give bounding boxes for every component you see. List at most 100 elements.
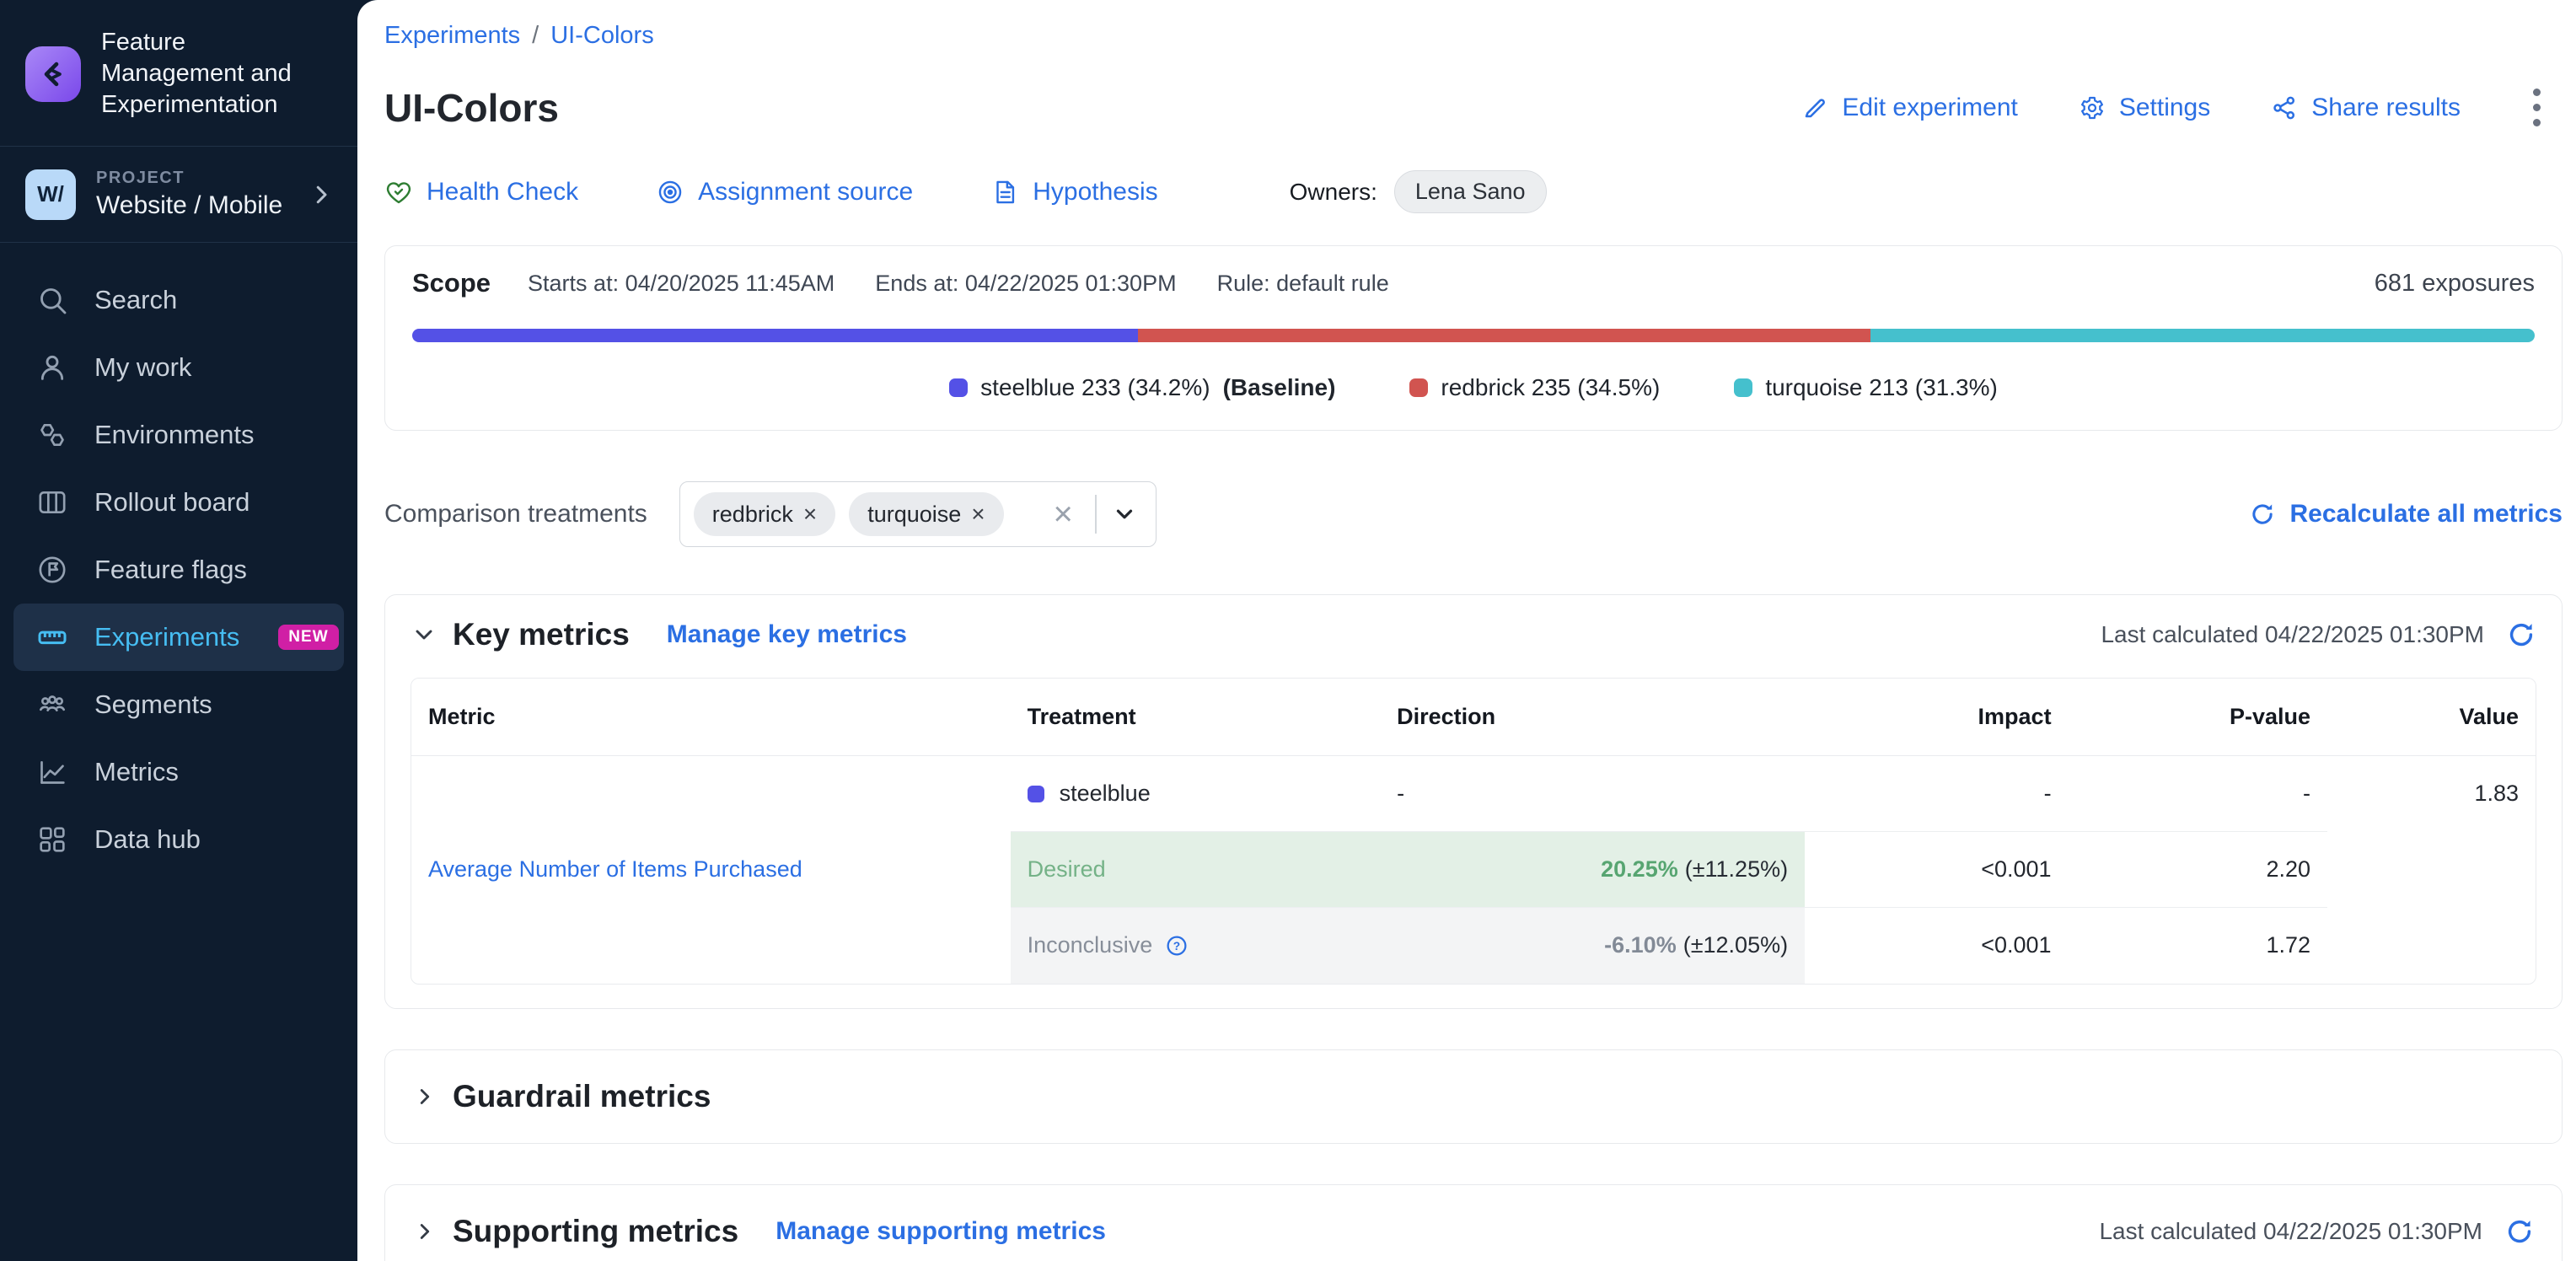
sidebar-item-feature-flags[interactable]: Feature flags xyxy=(13,536,344,604)
col-pvalue: P-value xyxy=(2069,679,2327,756)
search-icon xyxy=(35,283,69,317)
exposure-legend: steelblue 233 (34.2%) (Baseline) redbric… xyxy=(412,374,2535,401)
svg-text:?: ? xyxy=(1173,940,1180,952)
sidebar-item-metrics[interactable]: Metrics xyxy=(13,738,344,806)
pvalue-cell: - xyxy=(2069,756,2327,832)
people-icon xyxy=(35,688,69,722)
select-divider xyxy=(1095,495,1097,534)
value-cell: 2.20 xyxy=(2069,832,2327,908)
collapse-chevron-down-icon[interactable] xyxy=(411,621,437,648)
breadcrumb-current-link[interactable]: UI-Colors xyxy=(550,22,653,50)
settings-label: Settings xyxy=(2119,94,2210,122)
sidebar-item-label: Metrics xyxy=(94,757,179,787)
col-direction: Direction xyxy=(1380,679,1805,756)
help-circle-icon[interactable]: ? xyxy=(1164,933,1189,958)
comparison-label: Comparison treatments xyxy=(384,500,647,529)
manage-supporting-metrics-link[interactable]: Manage supporting metrics xyxy=(775,1217,1106,1246)
sidebar: Feature Management and Experimentation W… xyxy=(0,0,357,1261)
recalculate-all-metrics-button[interactable]: Recalculate all metrics xyxy=(2249,500,2563,529)
sidebar-item-my-work[interactable]: My work xyxy=(13,334,344,401)
project-switcher[interactable]: W/ PROJECT Website / Mobile xyxy=(0,147,357,243)
sidebar-item-label: Segments xyxy=(94,690,212,720)
col-value: Value xyxy=(2327,679,2536,756)
treatments-multiselect[interactable]: redbrick × turquoise × × xyxy=(679,481,1157,547)
ruler-icon xyxy=(35,620,69,654)
breadcrumb-separator: / xyxy=(532,22,539,50)
page-title: UI-Colors xyxy=(384,85,559,131)
chip-redbrick: redbrick × xyxy=(694,492,835,536)
refresh-key-metrics-button[interactable] xyxy=(2506,620,2536,650)
legend-item-steelblue: steelblue 233 (34.2%) (Baseline) xyxy=(949,374,1335,401)
board-columns-icon xyxy=(35,486,69,519)
guardrail-metrics-title: Guardrail metrics xyxy=(453,1079,711,1114)
sidebar-item-label: My work xyxy=(94,352,191,383)
baseline-tag: (Baseline) xyxy=(1223,374,1336,401)
treatment-dot-steelblue xyxy=(1028,786,1044,802)
app-logo-icon xyxy=(25,46,81,102)
edit-experiment-button[interactable]: Edit experiment xyxy=(1801,94,2017,122)
hypothesis-link[interactable]: Hypothesis xyxy=(990,178,1157,207)
sidebar-item-search[interactable]: Search xyxy=(13,266,344,334)
health-check-link[interactable]: Health Check xyxy=(384,178,578,207)
scope-starts-at: Starts at: 04/20/2025 11:45AM xyxy=(528,271,835,297)
sidebar-item-rollout-board[interactable]: Rollout board xyxy=(13,469,344,536)
project-avatar: W/ xyxy=(25,169,76,220)
share-results-button[interactable]: Share results xyxy=(2271,94,2461,122)
experiment-meta-row: Health Check Assignment source Hypothesi… xyxy=(384,170,2563,213)
breadcrumb-experiments-link[interactable]: Experiments xyxy=(384,22,520,50)
metric-link[interactable]: Average Number of Items Purchased xyxy=(428,856,802,882)
header-actions: Edit experiment Settings Share results xyxy=(1801,83,2549,131)
col-treatment: Treatment xyxy=(1011,679,1380,756)
table-header-row: Metric Treatment Direction Impact P-valu… xyxy=(411,679,2536,756)
project-name: Website / Mobile xyxy=(96,191,282,220)
sidebar-item-segments[interactable]: Segments xyxy=(13,671,344,738)
refresh-supporting-metrics-button[interactable] xyxy=(2504,1216,2535,1247)
table-row-steelblue: Average Number of Items Purchased steelb… xyxy=(411,756,2536,832)
main-panel: Experiments / UI-Colors UI-Colors Edit e… xyxy=(357,0,2576,1261)
document-icon xyxy=(990,178,1019,207)
owners-label: Owners: xyxy=(1290,179,1377,206)
treatment-cell: steelblue xyxy=(1011,756,1380,832)
sidebar-item-data-hub[interactable]: Data hub xyxy=(13,806,344,873)
col-metric: Metric xyxy=(411,679,1011,756)
chip-turquoise: turquoise × xyxy=(849,492,1003,536)
sidebar-item-environments[interactable]: Environments xyxy=(13,401,344,469)
scope-card: Scope Starts at: 04/20/2025 11:45AM Ends… xyxy=(384,245,2563,431)
manage-key-metrics-link[interactable]: Manage key metrics xyxy=(667,620,907,649)
value-cell: 1.83 xyxy=(2327,756,2536,832)
remove-chip-icon[interactable]: × xyxy=(971,501,985,528)
collapse-chevron-right-icon[interactable] xyxy=(412,1084,437,1109)
direction-cell: Inconclusive ? xyxy=(1011,908,1380,984)
pencil-icon xyxy=(1801,94,1828,121)
owners: Owners: Lena Sano xyxy=(1290,170,1547,213)
grid-icon xyxy=(35,823,69,856)
assignment-source-label: Assignment source xyxy=(698,178,913,207)
chevron-down-icon[interactable] xyxy=(1107,502,1142,527)
clear-all-icon[interactable]: × xyxy=(1041,497,1084,531)
owner-chip[interactable]: Lena Sano xyxy=(1394,170,1547,213)
recalculate-label: Recalculate all metrics xyxy=(2289,500,2563,529)
edit-experiment-label: Edit experiment xyxy=(1842,94,2017,122)
refresh-icon xyxy=(2249,501,2276,528)
pvalue-cell: <0.001 xyxy=(1805,908,2068,984)
sidebar-item-label: Data hub xyxy=(94,824,201,855)
direction-cell: - xyxy=(1380,756,1805,832)
remove-chip-icon[interactable]: × xyxy=(803,501,817,528)
health-check-label: Health Check xyxy=(427,178,578,207)
sidebar-item-label: Experiments xyxy=(94,622,239,652)
new-badge: NEW xyxy=(278,625,338,650)
bar-segment-turquoise xyxy=(1870,329,2535,342)
chevron-right-icon xyxy=(309,182,334,207)
legend-swatch xyxy=(949,378,968,397)
hypothesis-label: Hypothesis xyxy=(1033,178,1157,207)
line-chart-icon xyxy=(35,755,69,789)
impact-cell: -6.10%(±12.05%) xyxy=(1380,908,1805,984)
hexagons-icon xyxy=(35,418,69,452)
key-metrics-card: Key metrics Manage key metrics Last calc… xyxy=(384,594,2563,1009)
collapse-chevron-right-icon[interactable] xyxy=(412,1219,437,1244)
pvalue-cell: <0.001 xyxy=(1805,832,2068,908)
settings-button[interactable]: Settings xyxy=(2079,94,2210,122)
more-options-icon[interactable] xyxy=(2525,83,2549,131)
assignment-source-link[interactable]: Assignment source xyxy=(656,178,913,207)
sidebar-item-experiments[interactable]: Experiments NEW xyxy=(13,604,344,671)
